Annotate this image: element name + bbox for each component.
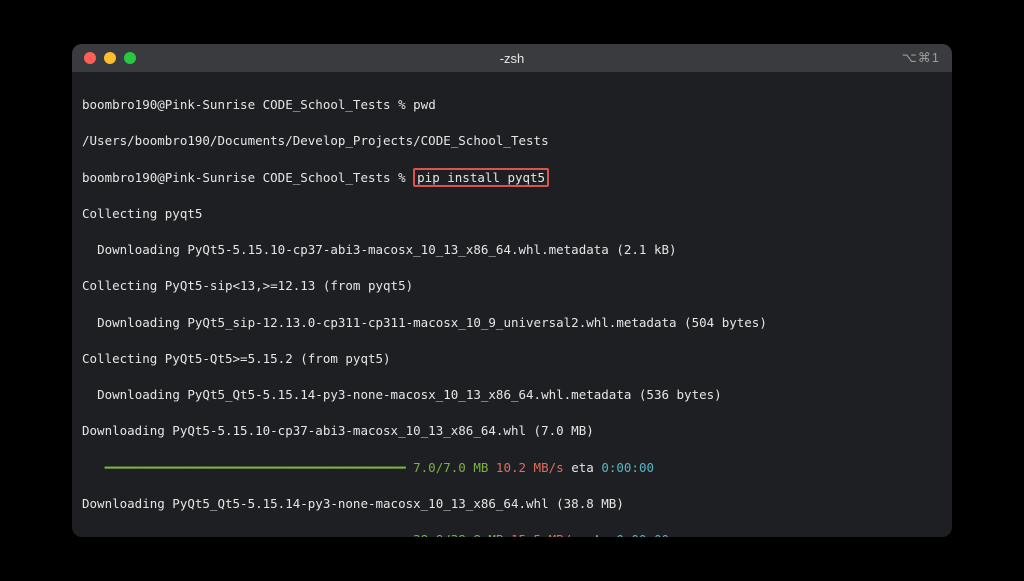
progress-eta: 0:00:00 <box>601 460 654 475</box>
progress-speed: 10.2 MB/s <box>488 460 563 475</box>
eta-label: eta <box>564 460 602 475</box>
progress-done: 38.8/38.8 MB <box>406 532 504 537</box>
command-text: pwd <box>413 97 436 112</box>
output-line: Downloading PyQt5-5.15.10-cp37-abi3-maco… <box>82 241 942 259</box>
progress-speed: 15.5 MB/s <box>503 532 578 537</box>
highlighted-command: pip install pyqt5 <box>413 168 549 187</box>
progress-bar: ━━━━━━━━━━━━━━━━━━━━━━━━━━━━━━━━━━━━━━━━ <box>82 460 406 475</box>
progress-bar: ━━━━━━━━━━━━━━━━━━━━━━━━━━━━━━━━━━━━━━━━ <box>82 532 406 537</box>
output-line: Downloading PyQt5_sip-12.13.0-cp311-cp31… <box>82 314 942 332</box>
terminal-output[interactable]: boombro190@Pink-Sunrise CODE_School_Test… <box>72 72 952 537</box>
maximize-icon[interactable] <box>124 52 136 64</box>
traffic-lights <box>72 52 136 64</box>
terminal-window: -zsh ⌥⌘1 boombro190@Pink-Sunrise CODE_Sc… <box>72 44 952 537</box>
output-line: Collecting pyqt5 <box>82 205 942 223</box>
progress-done: 7.0/7.0 MB <box>406 460 489 475</box>
output-line: Collecting PyQt5-sip<13,>=12.13 (from py… <box>82 277 942 295</box>
prompt: boombro190@Pink-Sunrise CODE_School_Test… <box>82 97 413 112</box>
window-title: -zsh <box>72 51 952 66</box>
titlebar[interactable]: -zsh ⌥⌘1 <box>72 44 952 72</box>
minimize-icon[interactable] <box>104 52 116 64</box>
prompt: boombro190@Pink-Sunrise CODE_School_Test… <box>82 170 413 185</box>
output-line: Collecting PyQt5-Qt5>=5.15.2 (from pyqt5… <box>82 350 942 368</box>
output-line: Downloading PyQt5-5.15.10-cp37-abi3-maco… <box>82 422 942 440</box>
output-line: Downloading PyQt5_Qt5-5.15.14-py3-none-m… <box>82 495 942 513</box>
close-icon[interactable] <box>84 52 96 64</box>
window-tab-indicator: ⌥⌘1 <box>902 50 940 66</box>
output-line: /Users/boombro190/Documents/Develop_Proj… <box>82 132 942 150</box>
eta-label: eta <box>579 532 617 537</box>
progress-eta: 0:00:00 <box>616 532 669 537</box>
output-line: Downloading PyQt5_Qt5-5.15.14-py3-none-m… <box>82 386 942 404</box>
